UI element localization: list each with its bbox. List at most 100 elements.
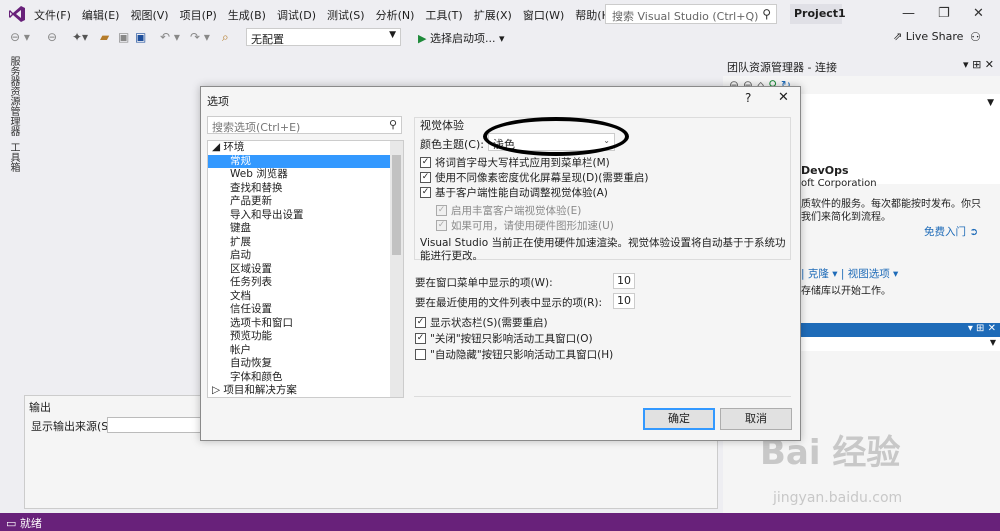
menu-bar: 文件(F) 编辑(E) 视图(V) 项目(P) 生成(B) 调试(D) 测试(S) 分析(N)…	[34, 7, 625, 23]
tree-item[interactable]: 自动恢复	[208, 357, 390, 371]
solution-config-select[interactable]: 无配置 ▼	[246, 28, 401, 46]
checkbox-option[interactable]: "自动隐藏"按钮只影响活动工具窗口(H)	[415, 347, 613, 362]
theme-label: 颜色主题(C):	[420, 138, 484, 151]
forward-icon[interactable]: ⊖	[47, 30, 57, 44]
team-explorer-header: 团队资源管理器 - 连接 ▾ ⊞ ✕	[723, 56, 1000, 76]
repo-links: | 克隆 ▾ | 视图选项 ▾	[801, 268, 899, 280]
menu-item[interactable]: 扩展(X)	[474, 7, 520, 23]
scroll-thumb[interactable]	[392, 155, 401, 255]
checkbox-option[interactable]: ✓ 显示状态栏(S)(需要重启)	[415, 315, 548, 330]
output-source-label: 显示输出来源(S):	[31, 420, 117, 433]
checkbox[interactable]: ✓	[415, 333, 426, 344]
get-started-link[interactable]: 免费入门 ➲	[924, 224, 978, 239]
status-text: 就绪	[19, 517, 42, 530]
tree-item[interactable]: 查找和替换	[208, 182, 390, 196]
save-icon[interactable]: ▣	[118, 30, 129, 44]
tree-item[interactable]: 选项卡和窗口	[208, 317, 390, 331]
team-explorer-title: 团队资源管理器 - 连接	[727, 61, 837, 74]
checkbox[interactable]: ✓	[420, 172, 431, 183]
tree-item[interactable]: 预览功能	[208, 330, 390, 344]
chevron-down-icon: ▼	[389, 30, 396, 40]
tree-scrollbar[interactable]	[390, 141, 403, 397]
annotation-oval	[483, 117, 629, 156]
menu-item[interactable]: 编辑(E)	[82, 7, 128, 23]
checkbox[interactable]: ✓	[420, 157, 431, 168]
menu-item[interactable]: 工具(T)	[425, 7, 470, 23]
chevron-down-icon[interactable]: ▼	[987, 98, 994, 108]
undo-icon[interactable]: ↶ ▾	[160, 30, 180, 44]
live-share-button[interactable]: ⇗ Live Share	[893, 30, 963, 43]
window-menu-count-input[interactable]: 10	[613, 273, 635, 289]
tree-item[interactable]: 帐户	[208, 344, 390, 358]
close-icon[interactable]: ✕	[778, 90, 789, 105]
recent-files-count-input[interactable]: 10	[613, 293, 635, 309]
new-project-icon[interactable]: ✦▾	[72, 30, 88, 44]
tree-item[interactable]: 任务列表	[208, 276, 390, 290]
help-button[interactable]: ?	[745, 91, 751, 105]
panel-dropdown[interactable]: ▼	[798, 337, 1000, 351]
menu-item[interactable]: 文件(F)	[34, 7, 79, 23]
back-icon[interactable]: ⊖ ▾	[10, 30, 30, 44]
cancel-button[interactable]: 取消	[720, 408, 792, 430]
tree-item[interactable]: 键盘	[208, 222, 390, 236]
checkbox-label: 启用丰富客户端视觉体验(E)	[451, 205, 582, 217]
output-title: 输出	[29, 401, 51, 414]
find-in-files-icon[interactable]: ⌕	[222, 30, 229, 45]
menu-item[interactable]: 项目(P)	[180, 7, 225, 23]
tree-item[interactable]: 字体和颜色	[208, 371, 390, 385]
checkbox-option[interactable]: ✓ 使用不同像素密度优化屏幕呈现(D)(需要重启)	[420, 170, 648, 185]
toolbox-tab[interactable]: 工具箱	[6, 142, 21, 172]
checkbox-option[interactable]: ✓ 基于客户端性能自动调整视觉体验(A)	[420, 185, 608, 200]
tree-item[interactable]: 信任设置	[208, 303, 390, 317]
checkbox-label: 基于客户端性能自动调整视觉体验(A)	[435, 187, 608, 199]
checkbox[interactable]: ✓	[420, 187, 431, 198]
server-explorer-tab[interactable]: 服务器资源管理器	[6, 56, 21, 136]
recent-files-label: 要在最近使用的文件列表中显示的项(R):	[415, 297, 603, 309]
view-options-link[interactable]: 视图选项	[848, 268, 890, 280]
menu-item[interactable]: 视图(V)	[130, 7, 176, 23]
redo-icon[interactable]: ↷ ▾	[190, 30, 210, 44]
tree-item[interactable]: Web 浏览器	[208, 168, 390, 182]
checkbox-label: 将词首字母大写样式应用到菜单栏(M)	[435, 157, 610, 169]
minimize-icon[interactable]: —	[902, 6, 915, 21]
account-icon[interactable]: ⚇	[970, 30, 981, 44]
checkbox-label: "关闭"按钮只影响活动工具窗口(O)	[430, 333, 593, 345]
checkbox-option[interactable]: ✓ 将词首字母大写样式应用到菜单栏(M)	[420, 155, 610, 170]
divider	[414, 396, 791, 397]
menu-item[interactable]: 生成(B)	[228, 7, 274, 23]
menu-item[interactable]: 调试(D)	[277, 7, 324, 23]
tree-item[interactable]: ▷ 项目和解决方案	[208, 384, 390, 397]
menu-item[interactable]: 测试(S)	[327, 7, 373, 23]
tree-item[interactable]: 启动	[208, 249, 390, 263]
ok-button[interactable]: 确定	[643, 408, 715, 430]
checkbox[interactable]	[415, 349, 426, 360]
tree-item[interactable]: 导入和导出设置	[208, 209, 390, 223]
share-icon: ⇗	[893, 30, 903, 43]
checkbox-option: ✓ 启用丰富客户端视觉体验(E)	[436, 203, 581, 218]
tree-item[interactable]: 文档	[208, 290, 390, 304]
checkbox-option[interactable]: ✓ "关闭"按钮只影响活动工具窗口(O)	[415, 331, 593, 346]
vs-search-input[interactable]: 搜索 Visual Studio (Ctrl+Q) ⚲	[605, 4, 777, 24]
menu-item[interactable]: 分析(N)	[376, 7, 423, 23]
arrow-circle-icon: ➲	[969, 226, 979, 238]
tree-item[interactable]: 产品更新	[208, 195, 390, 209]
clone-link[interactable]: 克隆	[808, 268, 829, 280]
tree-item[interactable]: 区域设置	[208, 263, 390, 277]
open-folder-icon[interactable]: ▰	[100, 30, 109, 44]
save-all-icon[interactable]: ▣	[135, 30, 146, 44]
tree-item[interactable]: 常规	[208, 154, 390, 168]
tree-item[interactable]: 扩展	[208, 236, 390, 250]
restore-icon[interactable]: ❐	[938, 6, 950, 21]
checkbox-label: 如果可用，请使用硬件图形加速(U)	[451, 220, 614, 232]
checkbox: ✓	[436, 220, 447, 231]
pin-close-icon[interactable]: ▾ ⊞ ✕	[963, 58, 994, 71]
start-debugging-button[interactable]: ▶ 选择启动项... ▾	[418, 30, 505, 46]
close-window-icon[interactable]: ✕	[973, 6, 984, 21]
tree-item[interactable]: ◢ 环境	[208, 141, 390, 155]
checkbox[interactable]: ✓	[415, 317, 426, 328]
options-tree[interactable]: ◢ 环境 常规 Web 浏览器 查找和替换 产品更新 导入和导出设置 键盘 扩展 启动 区域设置任…	[207, 140, 404, 398]
pin-close-icon[interactable]: ▾ ⊞ ✕	[968, 323, 996, 334]
output-source-select[interactable]	[107, 417, 202, 433]
options-search-input[interactable]: 搜索选项(Ctrl+E) ⚲	[207, 116, 402, 134]
menu-item[interactable]: 窗口(W)	[523, 7, 572, 23]
